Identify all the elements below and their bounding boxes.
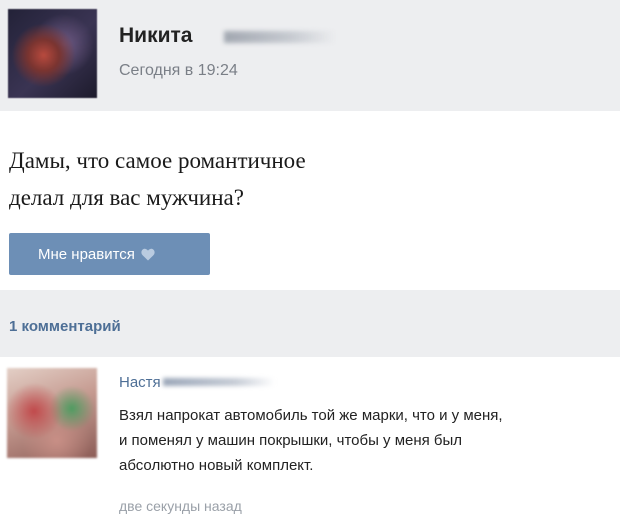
like-button-label: Мне нравится	[38, 245, 135, 263]
comment-text-line: Взял напрокат автомобиль той же марки, ч…	[119, 407, 503, 424]
comment-author-avatar[interactable]	[7, 368, 97, 458]
post-text-line: делал для вас мужчина?	[9, 185, 244, 210]
post-time[interactable]: Сегодня в 19:24	[119, 62, 238, 80]
comment-text: Взял напрокат автомобиль той же марки, ч…	[119, 403, 609, 478]
comment-text-line: абсолютно новый комплект.	[119, 457, 314, 474]
post-header: Никита Сегодня в 19:24	[0, 0, 620, 111]
comment-text-line: и поменял у машин покрышки, чтобы у меня…	[119, 432, 463, 449]
author-surname-blurred	[224, 31, 336, 43]
comments-count[interactable]: 1 комментарий	[9, 318, 121, 335]
comment-author-surname-blurred	[163, 378, 275, 386]
like-button[interactable]: Мне нравится	[9, 233, 210, 275]
comment-author-name[interactable]: Настя	[119, 374, 161, 391]
author-avatar[interactable]	[8, 9, 97, 98]
post-text: Дамы, что самое романтичное делал для ва…	[9, 142, 529, 216]
comment-time[interactable]: две секунды назад	[119, 498, 242, 514]
heart-icon	[141, 248, 155, 261]
post-text-line: Дамы, что самое романтичное	[9, 148, 306, 173]
author-name[interactable]: Никита	[119, 24, 192, 48]
